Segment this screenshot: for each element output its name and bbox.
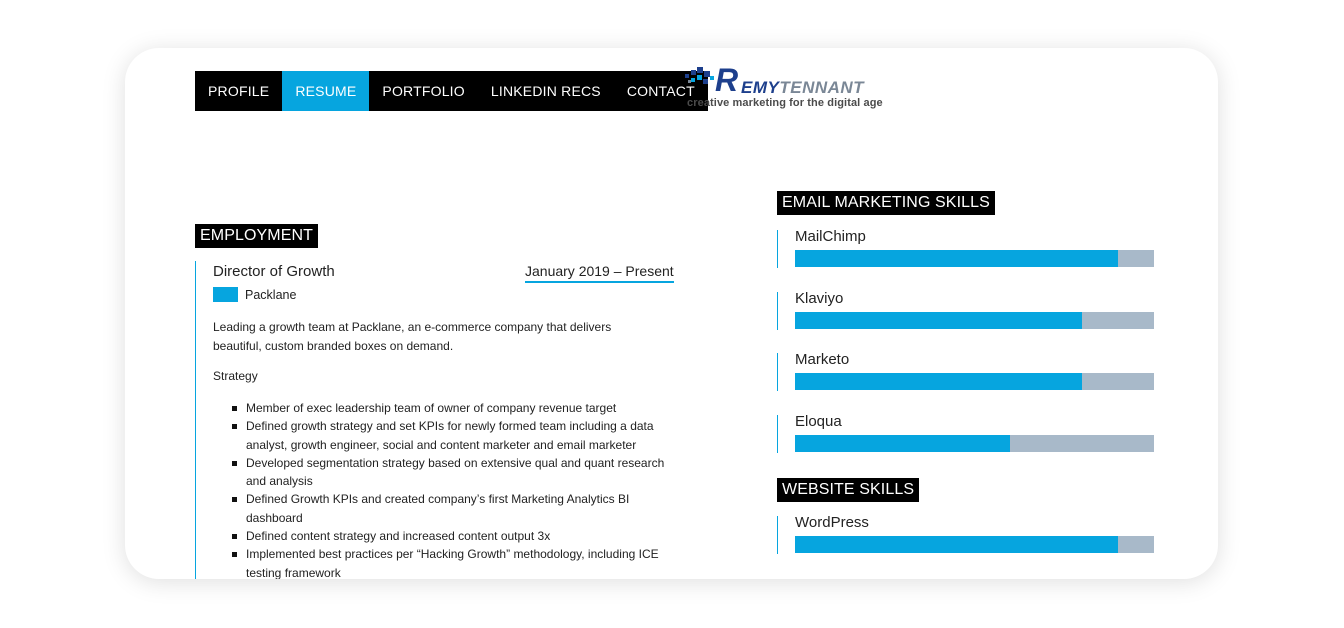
skill-bar-fill xyxy=(795,536,1119,553)
logo-tagline: creative marketing for the digital age xyxy=(687,97,883,109)
skill-klaviyo: Klaviyo xyxy=(777,290,1158,330)
skill-marketo: Marketo xyxy=(777,351,1158,391)
main-nav: PROFILE RESUME PORTFOLIO LINKEDIN RECS C… xyxy=(195,71,708,111)
list-item: Developed segmentation strategy based on… xyxy=(232,454,676,491)
list-item: Defined growth strategy and set KPIs for… xyxy=(232,417,676,454)
nav-linkedin-recs[interactable]: LINKEDIN RECS xyxy=(478,71,614,111)
skill-label: Eloqua xyxy=(795,413,842,430)
strategy-subheading: Strategy xyxy=(213,369,258,383)
job-description: Leading a growth team at Packlane, an e-… xyxy=(213,320,612,353)
logo-name: EMYTENNANT xyxy=(741,78,865,97)
employment-heading: EMPLOYMENT xyxy=(195,224,319,248)
resume-card: PROFILE RESUME PORTFOLIO LINKEDIN RECS C… xyxy=(125,48,1218,579)
skill-mailchimp: MailChimp xyxy=(777,228,1158,268)
list-item: Member of exec leadership team of owner … xyxy=(232,399,676,417)
job-title: Director of Growth xyxy=(213,263,335,280)
skill-label: Klaviyo xyxy=(795,290,844,307)
skill-bar xyxy=(795,373,1154,390)
company-name: Packlane xyxy=(245,287,297,302)
skill-bar-fill xyxy=(795,435,1011,452)
nav-resume[interactable]: RESUME xyxy=(282,71,370,111)
site-logo[interactable]: R EMYTENNANT creative marketing for the … xyxy=(683,62,903,114)
list-item: Defined content strategy and increased c… xyxy=(232,527,676,545)
employment-entry: Director of Growth January 2019 – Presen… xyxy=(195,261,676,579)
company-swatch-icon xyxy=(213,287,238,302)
skill-bar-fill xyxy=(795,373,1083,390)
skill-eloqua: Eloqua xyxy=(777,413,1158,453)
skill-bar-fill xyxy=(795,250,1119,267)
nav-portfolio[interactable]: PORTFOLIO xyxy=(369,71,477,111)
list-item: Implemented best practices per “Hacking … xyxy=(232,545,676,579)
skill-bar-fill xyxy=(795,312,1083,329)
nav-profile[interactable]: PROFILE xyxy=(195,71,282,111)
email-skills-heading: EMAIL MARKETING SKILLS xyxy=(777,191,995,215)
strategy-bullets: Member of exec leadership team of owner … xyxy=(229,399,676,579)
skill-bar xyxy=(795,536,1154,553)
skill-bar xyxy=(795,312,1154,329)
skill-label: Marketo xyxy=(795,351,850,368)
skill-wordpress: WordPress xyxy=(777,514,1158,554)
website-skills-heading: WEBSITE SKILLS xyxy=(777,478,920,502)
skill-label: WordPress xyxy=(795,514,869,531)
logo-letter: R xyxy=(715,62,739,98)
job-date: January 2019 – Present xyxy=(525,263,674,283)
company: Packlane xyxy=(213,287,296,302)
skill-bar xyxy=(795,250,1154,267)
skill-label: MailChimp xyxy=(795,228,866,245)
list-item: Defined Growth KPIs and created company’… xyxy=(232,490,676,527)
skill-bar xyxy=(795,435,1154,452)
